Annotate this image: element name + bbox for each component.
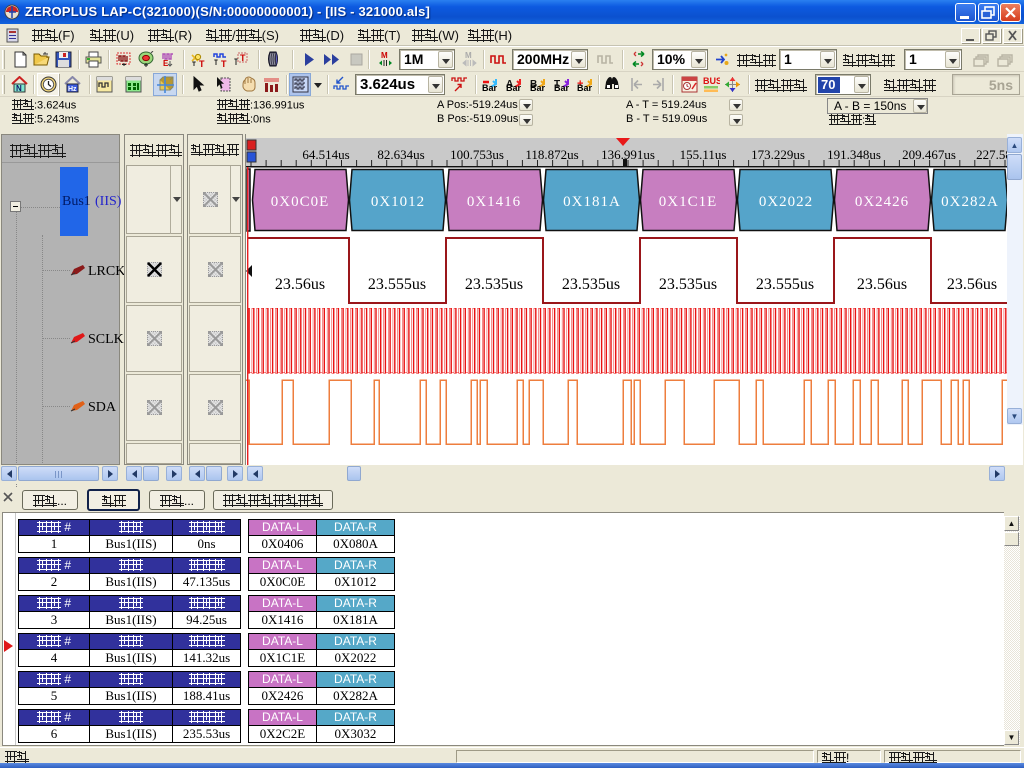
svg-text:23.535us: 23.535us (465, 276, 523, 293)
svg-text:0X2426: 0X2426 (855, 194, 909, 210)
svg-text:BUS: BUS (703, 76, 720, 86)
svg-text:N: N (16, 84, 22, 93)
svg-text:227.586us: 227.586us (976, 147, 1008, 162)
svg-text:136.991us: 136.991us (601, 147, 655, 162)
svg-text:0X282A: 0X282A (941, 194, 999, 210)
svg-text:0X0C0E: 0X0C0E (271, 194, 330, 210)
svg-text:23.56us: 23.56us (275, 276, 325, 293)
svg-text:E: E (163, 59, 169, 68)
svg-text:118.872us: 118.872us (525, 147, 578, 162)
svg-text:173.229us: 173.229us (751, 147, 805, 162)
svg-text:23.535us: 23.535us (562, 276, 620, 293)
svg-text:M: M (465, 51, 472, 60)
svg-text:0X1012: 0X1012 (371, 194, 425, 210)
svg-text:191.348us: 191.348us (827, 147, 881, 162)
svg-text:Hz: Hz (68, 86, 77, 93)
svg-text:T: T (199, 59, 205, 68)
svg-text:209.467us: 209.467us (902, 147, 956, 162)
svg-text:82.634us: 82.634us (377, 147, 424, 162)
svg-text:23.535us: 23.535us (659, 276, 717, 293)
svg-text:23.56us: 23.56us (947, 276, 997, 293)
svg-text:0X1416: 0X1416 (467, 194, 521, 210)
svg-text:23.555us: 23.555us (368, 276, 426, 293)
svg-text:23.56us: 23.56us (857, 276, 907, 293)
svg-text:0X2022: 0X2022 (759, 194, 813, 210)
svg-text:T: T (240, 53, 246, 63)
svg-text:100.753us: 100.753us (450, 147, 504, 162)
svg-text:T: T (221, 59, 227, 68)
svg-text:0X181A: 0X181A (563, 194, 621, 210)
svg-text:23.555us: 23.555us (756, 276, 814, 293)
svg-text:0X1C1E: 0X1C1E (659, 194, 718, 210)
svg-text:M: M (381, 51, 388, 60)
svg-text:64.514us: 64.514us (302, 147, 349, 162)
svg-text:155.11us: 155.11us (680, 147, 727, 162)
